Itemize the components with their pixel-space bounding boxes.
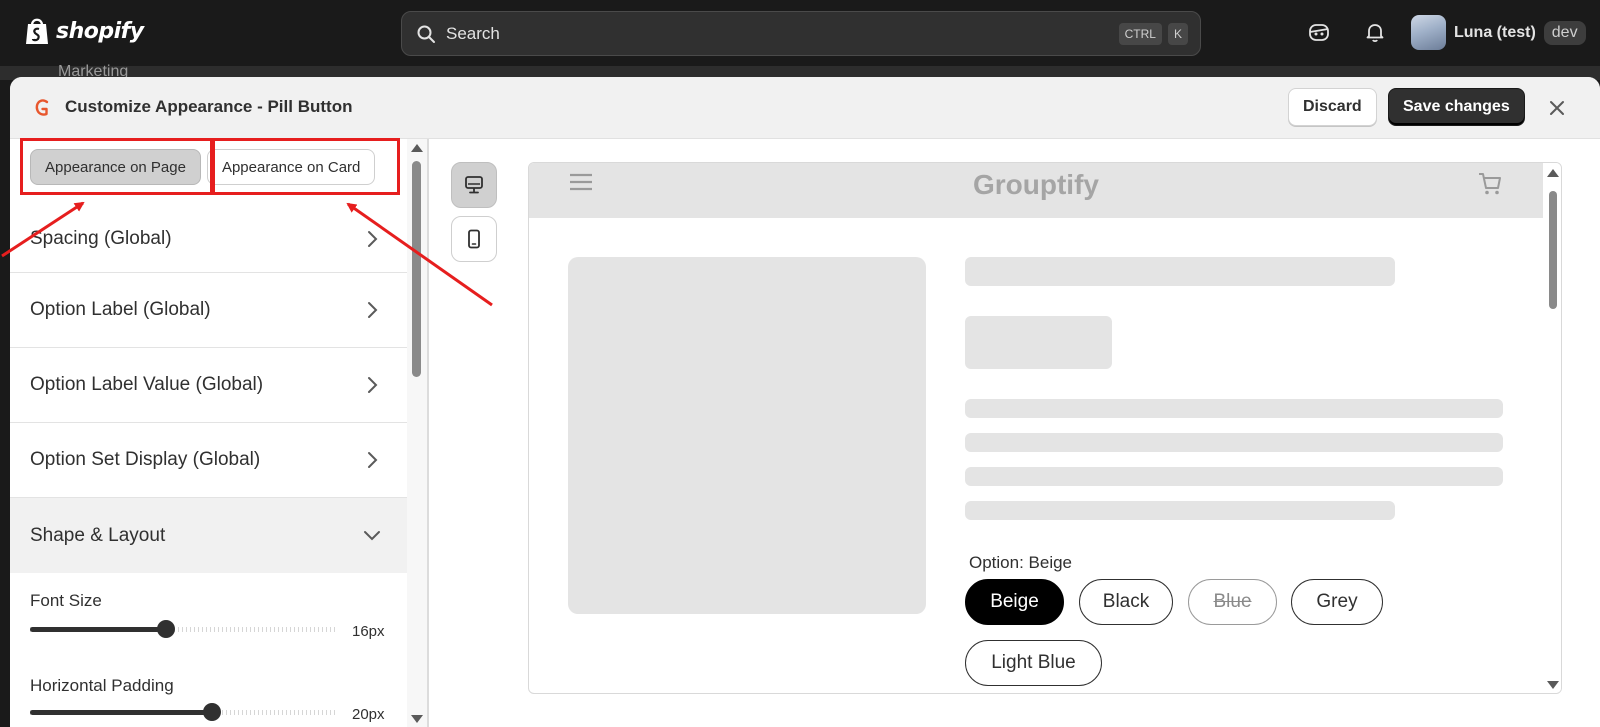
text-line-placeholder — [965, 467, 1503, 486]
horizontal-padding-value: 20px — [352, 706, 385, 723]
desktop-icon — [465, 176, 483, 194]
shopify-bag-icon — [26, 18, 48, 44]
scroll-down-arrow[interactable] — [411, 715, 423, 723]
scrollbar-thumb[interactable] — [412, 161, 421, 377]
store-brand-name: Grouptify — [973, 169, 1099, 200]
font-size-label: Font Size — [30, 591, 102, 610]
section-label: Spacing (Global) — [30, 227, 172, 249]
search-bar[interactable]: CTRL K — [401, 11, 1201, 56]
scroll-up-arrow[interactable] — [1547, 169, 1559, 177]
text-line-placeholder — [965, 399, 1503, 418]
slider-thumb[interactable] — [202, 703, 221, 721]
store-badge: dev — [1543, 20, 1586, 45]
desktop-view-button[interactable] — [451, 162, 497, 208]
preview-scrollbar[interactable] — [1545, 163, 1561, 693]
chevron-right-icon — [368, 302, 378, 318]
slider-fill — [30, 710, 212, 715]
section-shape-and-layout[interactable]: Shape & Layout — [10, 498, 407, 573]
title-placeholder — [965, 257, 1395, 286]
chevron-right-icon — [368, 231, 378, 247]
price-placeholder — [965, 316, 1112, 369]
account-menu[interactable]: Luna (test) dev — [1411, 15, 1586, 50]
section-option-label-global[interactable]: Option Label (Global) — [10, 273, 407, 348]
section-label: Shape & Layout — [30, 524, 166, 546]
top-bar: shopify CTRL K Luna (test) dev — [0, 0, 1600, 66]
mobile-view-button[interactable] — [451, 216, 497, 262]
search-icon — [417, 25, 435, 43]
horizontal-padding-slider[interactable] — [30, 703, 338, 721]
scroll-up-arrow[interactable] — [411, 144, 423, 152]
settings-scrollbar[interactable] — [407, 139, 427, 727]
shortcut-key-k: K — [1167, 23, 1188, 45]
section-label: Option Label (Global) — [30, 299, 211, 320]
mobile-icon — [468, 229, 480, 249]
discard-button[interactable]: Discard — [1288, 88, 1377, 126]
ai-assistant-icon[interactable] — [1307, 20, 1331, 44]
settings-panel: Appearance on Page Appearance on Card Sp… — [10, 139, 407, 727]
search-shortcut: CTRL K — [1113, 23, 1188, 45]
option-pill-grey[interactable]: Grey — [1291, 579, 1383, 625]
text-line-placeholder — [965, 501, 1395, 520]
app-logo-icon — [35, 99, 49, 116]
slider-thumb[interactable] — [156, 620, 175, 638]
option-pill-black[interactable]: Black — [1079, 579, 1173, 625]
account-name: Luna (test) — [1454, 23, 1536, 41]
section-option-set-display-global[interactable]: Option Set Display (Global) — [10, 423, 407, 498]
shopify-logo[interactable]: shopify — [24, 16, 144, 46]
brand-name: shopify — [56, 18, 144, 44]
chevron-down-icon — [364, 531, 380, 541]
cart-icon — [1479, 173, 1501, 195]
highlight-box-card-tab — [212, 138, 400, 195]
option-pill-beige[interactable]: Beige — [965, 579, 1064, 625]
search-input[interactable] — [446, 23, 1200, 44]
modal-header: Customize Appearance - Pill Button Disca… — [10, 77, 1600, 139]
avatar — [1411, 15, 1446, 50]
storefront-preview: Grouptify Option: Beige Beige Black Blue… — [528, 162, 1562, 694]
scroll-down-arrow[interactable] — [1547, 681, 1559, 689]
highlight-box-page-tab — [20, 138, 213, 195]
horizontal-padding-label: Horizontal Padding — [30, 676, 174, 695]
option-pill-blue[interactable]: Blue — [1188, 579, 1277, 625]
section-label: Option Label Value (Global) — [30, 374, 264, 395]
section-option-label-value-global[interactable]: Option Label Value (Global) — [10, 348, 407, 423]
section-spacing-global[interactable]: Spacing (Global) — [10, 205, 407, 273]
save-changes-button[interactable]: Save changes — [1388, 88, 1525, 126]
option-pill-light-blue[interactable]: Light Blue — [965, 640, 1102, 686]
slider-fill — [30, 627, 166, 632]
modal-title: Customize Appearance - Pill Button — [65, 97, 353, 116]
option-label: Option: Beige — [969, 553, 1073, 572]
scrollbar-thumb[interactable] — [1549, 191, 1557, 309]
chevron-right-icon — [368, 452, 378, 468]
shortcut-key-ctrl: CTRL — [1118, 23, 1162, 45]
font-size-slider[interactable] — [30, 620, 338, 638]
text-line-placeholder — [965, 433, 1503, 452]
preview-area: Grouptify Option: Beige Beige Black Blue… — [429, 139, 1600, 727]
preview-header: Grouptify — [529, 163, 1543, 218]
product-image-placeholder — [568, 257, 926, 614]
close-icon[interactable] — [1546, 97, 1568, 119]
font-size-value: 16px — [352, 623, 385, 640]
bell-icon[interactable] — [1363, 20, 1387, 44]
chevron-right-icon — [368, 377, 378, 393]
section-label: Option Set Display (Global) — [30, 449, 261, 470]
